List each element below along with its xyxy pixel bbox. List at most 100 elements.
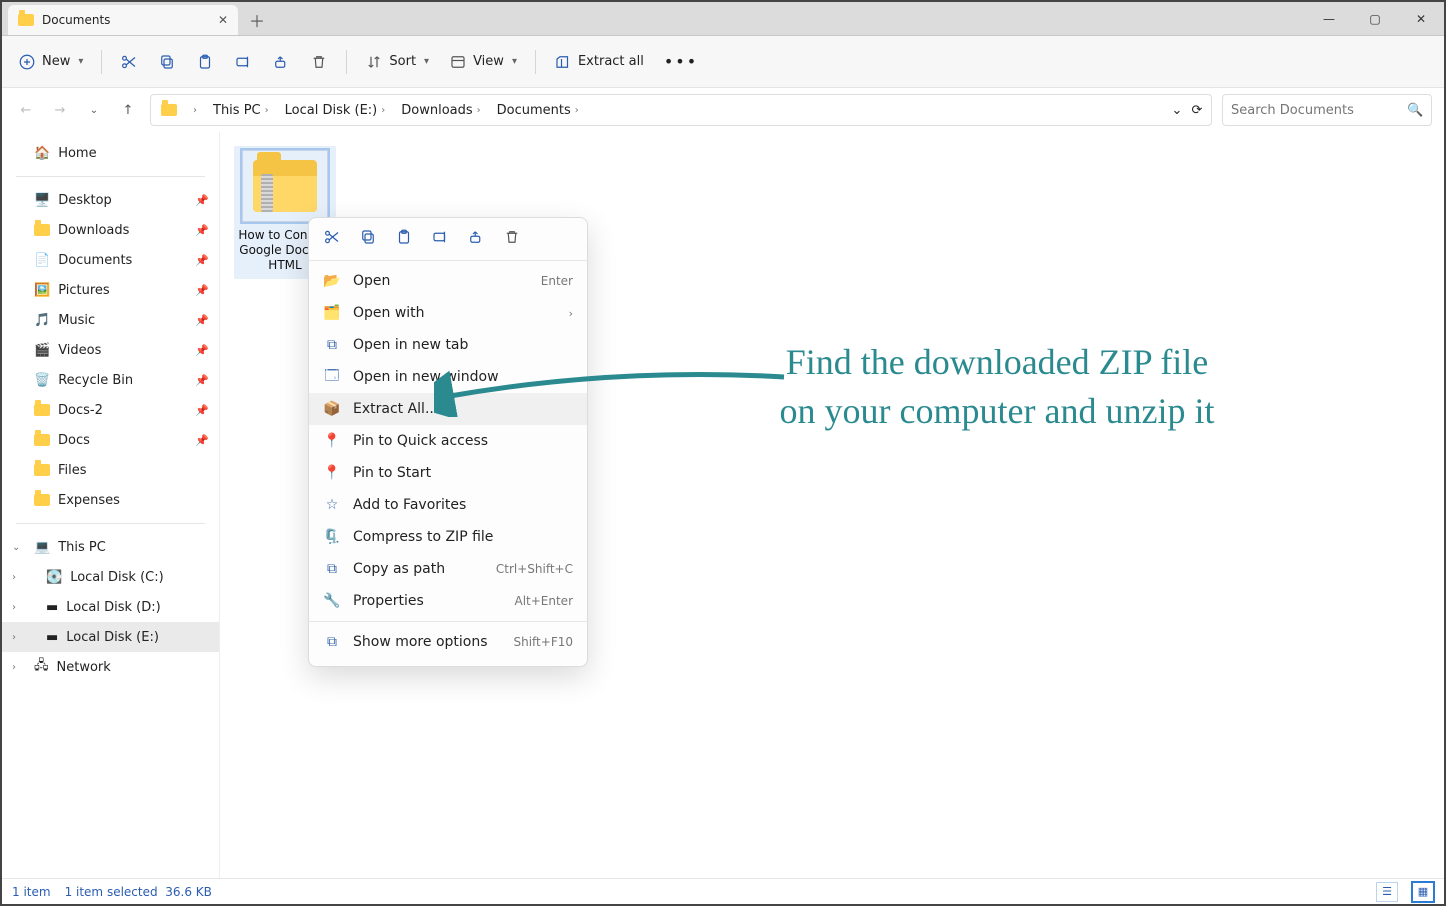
nav-row: ← → ⌄ ↑ › This PC› Local Disk (E:)› Down… xyxy=(2,88,1444,132)
ctx-paste-icon[interactable] xyxy=(395,228,413,246)
sidebar-item-home[interactable]: 🏠 Home xyxy=(2,138,219,168)
window-maximize-button[interactable]: ▢ xyxy=(1352,3,1398,35)
ctx-share-icon[interactable] xyxy=(467,228,485,246)
paste-button[interactable] xyxy=(188,44,222,80)
sidebar-label: This PC xyxy=(58,540,106,555)
sidebar-item-docs[interactable]: Docs📌 xyxy=(2,425,219,455)
window-icon: 🗔 xyxy=(323,368,341,386)
chevron-right-icon[interactable]: › xyxy=(12,662,16,673)
pin-icon: 📍 xyxy=(323,432,341,450)
videos-icon: 🎬 xyxy=(34,343,50,358)
folder-icon xyxy=(18,14,34,26)
breadcrumb-chevron[interactable]: › xyxy=(185,105,205,116)
tab-title: Documents xyxy=(42,13,210,27)
share-button[interactable] xyxy=(264,44,298,80)
rename-icon xyxy=(234,53,252,71)
ctx-show-more[interactable]: ⧉Show more optionsShift+F10 xyxy=(309,626,587,658)
view-details-button[interactable]: ☰ xyxy=(1376,882,1398,902)
nav-recent-dropdown[interactable]: ⌄ xyxy=(82,105,106,116)
chevron-right-icon[interactable]: › xyxy=(12,632,16,643)
pin-icon: 📌 xyxy=(195,194,209,207)
sidebar-item-videos[interactable]: 🎬Videos📌 xyxy=(2,335,219,365)
ctx-favorites[interactable]: ☆Add to Favorites xyxy=(309,489,587,521)
sidebar-label: Pictures xyxy=(58,283,109,298)
address-bar[interactable]: › This PC› Local Disk (E:)› Downloads› D… xyxy=(150,94,1212,126)
tree-item-network[interactable]: ›🖧Network xyxy=(2,652,219,682)
ctx-copy-icon[interactable] xyxy=(359,228,377,246)
new-tab-button[interactable]: ＋ xyxy=(242,5,272,35)
window-tab[interactable]: Documents ✕ xyxy=(8,5,238,35)
chevron-down-icon: ▾ xyxy=(424,56,429,67)
sidebar-label: Documents xyxy=(58,253,132,268)
refresh-button[interactable] xyxy=(1189,102,1205,118)
sidebar-label: Network xyxy=(57,660,111,675)
ctx-copy-path[interactable]: ⧉Copy as pathCtrl+Shift+C xyxy=(309,553,587,585)
address-dropdown-icon[interactable]: ⌄ xyxy=(1169,102,1185,118)
ctx-open-with[interactable]: 🗂️Open with› xyxy=(309,297,587,329)
tree-item-drive-e[interactable]: ›▬Local Disk (E:) xyxy=(2,622,219,652)
breadcrumb-segment[interactable]: Documents› xyxy=(493,103,587,118)
pin-icon: 📌 xyxy=(195,254,209,267)
sidebar-item-downloads[interactable]: Downloads📌 xyxy=(2,215,219,245)
tree-item-this-pc[interactable]: ⌄ 💻 This PC xyxy=(2,532,219,562)
sidebar-item-documents[interactable]: 📄Documents📌 xyxy=(2,245,219,275)
ctx-pin-start[interactable]: 📍Pin to Start xyxy=(309,457,587,489)
pin-icon: 📌 xyxy=(195,404,209,417)
tree-item-drive-d[interactable]: › ▬ Local Disk (D:) xyxy=(2,592,219,622)
close-tab-icon[interactable]: ✕ xyxy=(218,13,228,27)
search-input[interactable] xyxy=(1231,103,1401,118)
zip-folder-icon xyxy=(242,150,328,222)
open-with-icon: 🗂️ xyxy=(323,304,341,322)
extract-all-toolbar-button[interactable]: Extract all xyxy=(546,44,652,80)
view-button[interactable]: View ▾ xyxy=(441,44,525,80)
breadcrumb-segment[interactable]: Downloads› xyxy=(397,103,488,118)
delete-button[interactable] xyxy=(302,44,336,80)
drive-icon: ▬ xyxy=(46,600,58,615)
rename-button[interactable] xyxy=(226,44,260,80)
pin-icon: 📌 xyxy=(195,434,209,447)
ctx-rename-icon[interactable] xyxy=(431,228,449,246)
sidebar-label: Local Disk (D:) xyxy=(66,600,160,615)
sidebar-item-desktop[interactable]: 🖥️Desktop📌 xyxy=(2,185,219,215)
context-menu: 📂OpenEnter 🗂️Open with› ⧉Open in new tab… xyxy=(308,217,588,667)
copy-button[interactable] xyxy=(150,44,184,80)
chevron-right-icon[interactable]: › xyxy=(12,602,16,613)
ctx-cut-icon[interactable] xyxy=(323,228,341,246)
ctx-pin-quick-access[interactable]: 📍Pin to Quick access xyxy=(309,425,587,457)
sidebar-item-music[interactable]: 🎵Music📌 xyxy=(2,305,219,335)
search-icon: 🔍 xyxy=(1407,103,1423,118)
sidebar-item-docs-2[interactable]: Docs-2📌 xyxy=(2,395,219,425)
cut-button[interactable] xyxy=(112,44,146,80)
window-minimize-button[interactable]: — xyxy=(1306,3,1352,35)
sidebar-item-pictures[interactable]: 🖼️Pictures📌 xyxy=(2,275,219,305)
home-icon: 🏠 xyxy=(34,146,50,161)
sidebar-label: Desktop xyxy=(58,193,112,208)
sidebar-label: Videos xyxy=(58,343,101,358)
nav-up-button[interactable]: ↑ xyxy=(116,103,140,118)
ctx-properties[interactable]: 🔧PropertiesAlt+Enter xyxy=(309,585,587,617)
search-box[interactable]: 🔍 xyxy=(1222,94,1432,126)
nav-forward-button[interactable]: → xyxy=(48,103,72,118)
view-icons-button[interactable]: ▦ xyxy=(1412,882,1434,902)
tab-icon: ⧉ xyxy=(323,336,341,354)
sort-button[interactable]: Sort ▾ xyxy=(357,44,437,80)
sidebar-item-recyclebin[interactable]: 🗑️Recycle Bin📌 xyxy=(2,365,219,395)
sidebar-label: Downloads xyxy=(58,223,129,238)
chevron-down-icon[interactable]: ⌄ xyxy=(12,542,20,553)
chevron-down-icon: ▾ xyxy=(78,56,83,67)
ctx-open[interactable]: 📂OpenEnter xyxy=(309,265,587,297)
breadcrumb-segment[interactable]: Local Disk (E:)› xyxy=(281,103,394,118)
ctx-delete-icon[interactable] xyxy=(503,228,521,246)
pc-icon: 💻 xyxy=(34,540,50,555)
new-button[interactable]: New ▾ xyxy=(10,44,91,80)
sidebar-item-files[interactable]: Files xyxy=(2,455,219,485)
more-button[interactable]: ••• xyxy=(656,44,706,80)
nav-back-button[interactable]: ← xyxy=(14,103,38,118)
ctx-compress[interactable]: 🗜️Compress to ZIP file xyxy=(309,521,587,553)
window-close-button[interactable]: ✕ xyxy=(1398,3,1444,35)
breadcrumb-segment[interactable]: This PC› xyxy=(209,103,277,118)
sidebar-item-expenses[interactable]: Expenses xyxy=(2,485,219,515)
star-icon: ☆ xyxy=(323,496,341,514)
tree-item-drive-c[interactable]: ›💽Local Disk (C:) xyxy=(2,562,219,592)
chevron-right-icon[interactable]: › xyxy=(12,572,16,583)
